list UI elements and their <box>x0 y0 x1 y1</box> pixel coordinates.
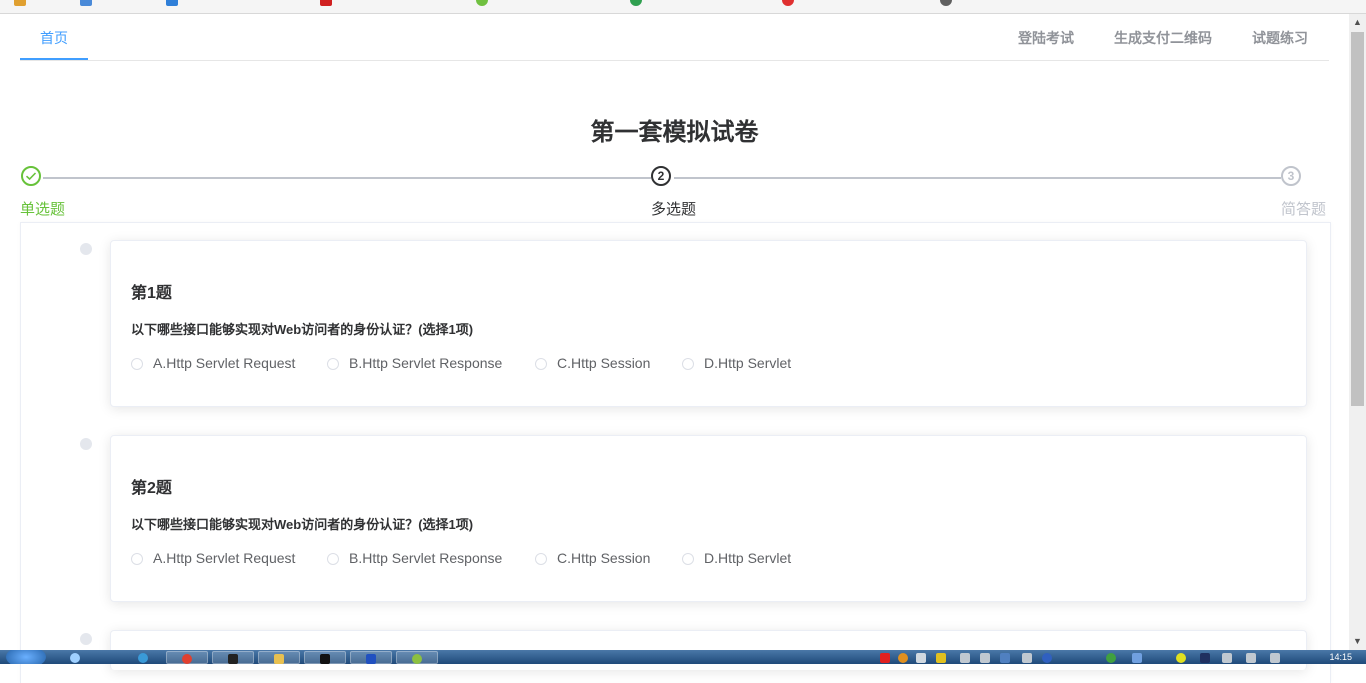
question-number: 第1题 <box>131 285 172 302</box>
option-c[interactable]: C.Http Session <box>535 355 650 371</box>
taskbar-webstorm[interactable] <box>212 651 254 664</box>
taskbar-idea[interactable] <box>304 651 346 664</box>
app-icon <box>366 654 376 664</box>
timeline-dot <box>80 243 92 255</box>
chrome-icon <box>182 654 192 664</box>
folder-icon <box>274 654 284 664</box>
start-button[interactable] <box>6 650 46 664</box>
question-number: 第2题 <box>131 480 172 497</box>
bookmark-icon[interactable] <box>782 0 794 6</box>
bluetooth-icon[interactable] <box>1200 653 1210 663</box>
question-card: 第2题 以下哪些接口能够实现对Web访问者的身份认证？(选择1项) A.Http… <box>110 435 1307 602</box>
tray-icon[interactable] <box>936 653 946 663</box>
taskbar: 14:15 <box>0 650 1366 664</box>
question-card: 第1题 以下哪些接口能够实现对Web访问者的身份认证？(选择1项) A.Http… <box>110 240 1307 407</box>
bookmark-icon[interactable] <box>476 0 488 6</box>
tray-icon[interactable] <box>880 653 890 663</box>
tray-icon[interactable] <box>898 653 908 663</box>
tray-icon[interactable] <box>1000 653 1010 663</box>
tray-icon[interactable] <box>1132 653 1142 663</box>
step-1-check-icon <box>21 166 41 186</box>
tray-icon[interactable] <box>980 653 990 663</box>
option-b[interactable]: B.Http Servlet Response <box>327 550 502 566</box>
step-connector <box>674 177 1281 179</box>
bookmark-bar <box>0 0 1366 14</box>
tray-icon[interactable] <box>1106 653 1116 663</box>
question-text: 以下哪些接口能够实现对Web访问者的身份认证？(选择1项) <box>131 322 474 337</box>
tray-icon[interactable] <box>916 653 926 663</box>
bookmark-icon[interactable] <box>166 0 178 6</box>
bookmark-icon[interactable] <box>940 0 952 6</box>
step-3-label: 简答题 <box>1281 201 1327 218</box>
step-connector <box>43 177 651 179</box>
radio-icon[interactable] <box>682 358 694 370</box>
webstorm-icon <box>228 654 238 664</box>
radio-icon[interactable] <box>131 358 143 370</box>
people-icon[interactable] <box>70 653 80 663</box>
radio-icon[interactable] <box>682 553 694 565</box>
step-2-number: 2 <box>651 166 671 186</box>
vertical-scrollbar[interactable]: ▲ ▼ <box>1349 14 1366 650</box>
step-2-label: 多选题 <box>651 201 697 218</box>
scroll-up-icon[interactable]: ▲ <box>1349 14 1366 31</box>
option-a[interactable]: A.Http Servlet Request <box>131 355 295 371</box>
tray-icon[interactable] <box>960 653 970 663</box>
bookmark-icon[interactable] <box>80 0 92 6</box>
option-d[interactable]: D.Http Servlet <box>682 355 791 371</box>
nav-login-exam[interactable]: 登陆考试 <box>1018 14 1074 60</box>
tray-icon[interactable] <box>1222 653 1232 663</box>
tray-icon[interactable] <box>1176 653 1186 663</box>
option-a[interactable]: A.Http Servlet Request <box>131 550 295 566</box>
volume-icon[interactable] <box>1270 653 1280 663</box>
bookmark-icon[interactable] <box>320 0 332 6</box>
clock[interactable]: 14:15 <box>1329 652 1352 662</box>
timeline-dot <box>80 438 92 450</box>
network-icon[interactable] <box>1246 653 1256 663</box>
scroll-thumb[interactable] <box>1351 32 1364 406</box>
timeline-dot <box>80 633 92 645</box>
option-c[interactable]: C.Http Session <box>535 550 650 566</box>
radio-icon[interactable] <box>535 358 547 370</box>
step-1-label: 单选题 <box>20 201 66 218</box>
taskbar-android[interactable] <box>396 651 438 664</box>
tray-icon[interactable] <box>1022 653 1032 663</box>
nav-practice[interactable]: 试题练习 <box>1252 14 1308 60</box>
step-3-number: 3 <box>1281 166 1301 186</box>
radio-icon[interactable] <box>535 553 547 565</box>
top-nav: 首页 登陆考试 生成支付二维码 试题练习 <box>20 14 1329 61</box>
taskbar-app[interactable] <box>350 651 392 664</box>
question-text: 以下哪些接口能够实现对Web访问者的身份认证？(选择1项) <box>131 517 474 532</box>
page-title: 第一套模拟试卷 <box>590 119 759 146</box>
option-b[interactable]: B.Http Servlet Response <box>327 355 502 371</box>
intellij-icon <box>320 654 330 664</box>
system-tray: 14:15 <box>856 650 1366 664</box>
bookmark-icon[interactable] <box>630 0 642 6</box>
ie-icon[interactable] <box>138 653 148 663</box>
option-d[interactable]: D.Http Servlet <box>682 550 791 566</box>
radio-icon[interactable] <box>131 553 143 565</box>
nav-home[interactable]: 首页 <box>20 14 88 60</box>
help-icon[interactable] <box>1042 653 1052 663</box>
android-icon <box>412 654 422 664</box>
bookmark-icon[interactable] <box>14 0 26 6</box>
radio-icon[interactable] <box>327 553 339 565</box>
nav-generate-qr[interactable]: 生成支付二维码 <box>1114 14 1212 60</box>
radio-icon[interactable] <box>327 358 339 370</box>
scroll-down-icon[interactable]: ▼ <box>1349 633 1366 650</box>
taskbar-chrome[interactable] <box>166 651 208 664</box>
taskbar-explorer[interactable] <box>258 651 300 664</box>
